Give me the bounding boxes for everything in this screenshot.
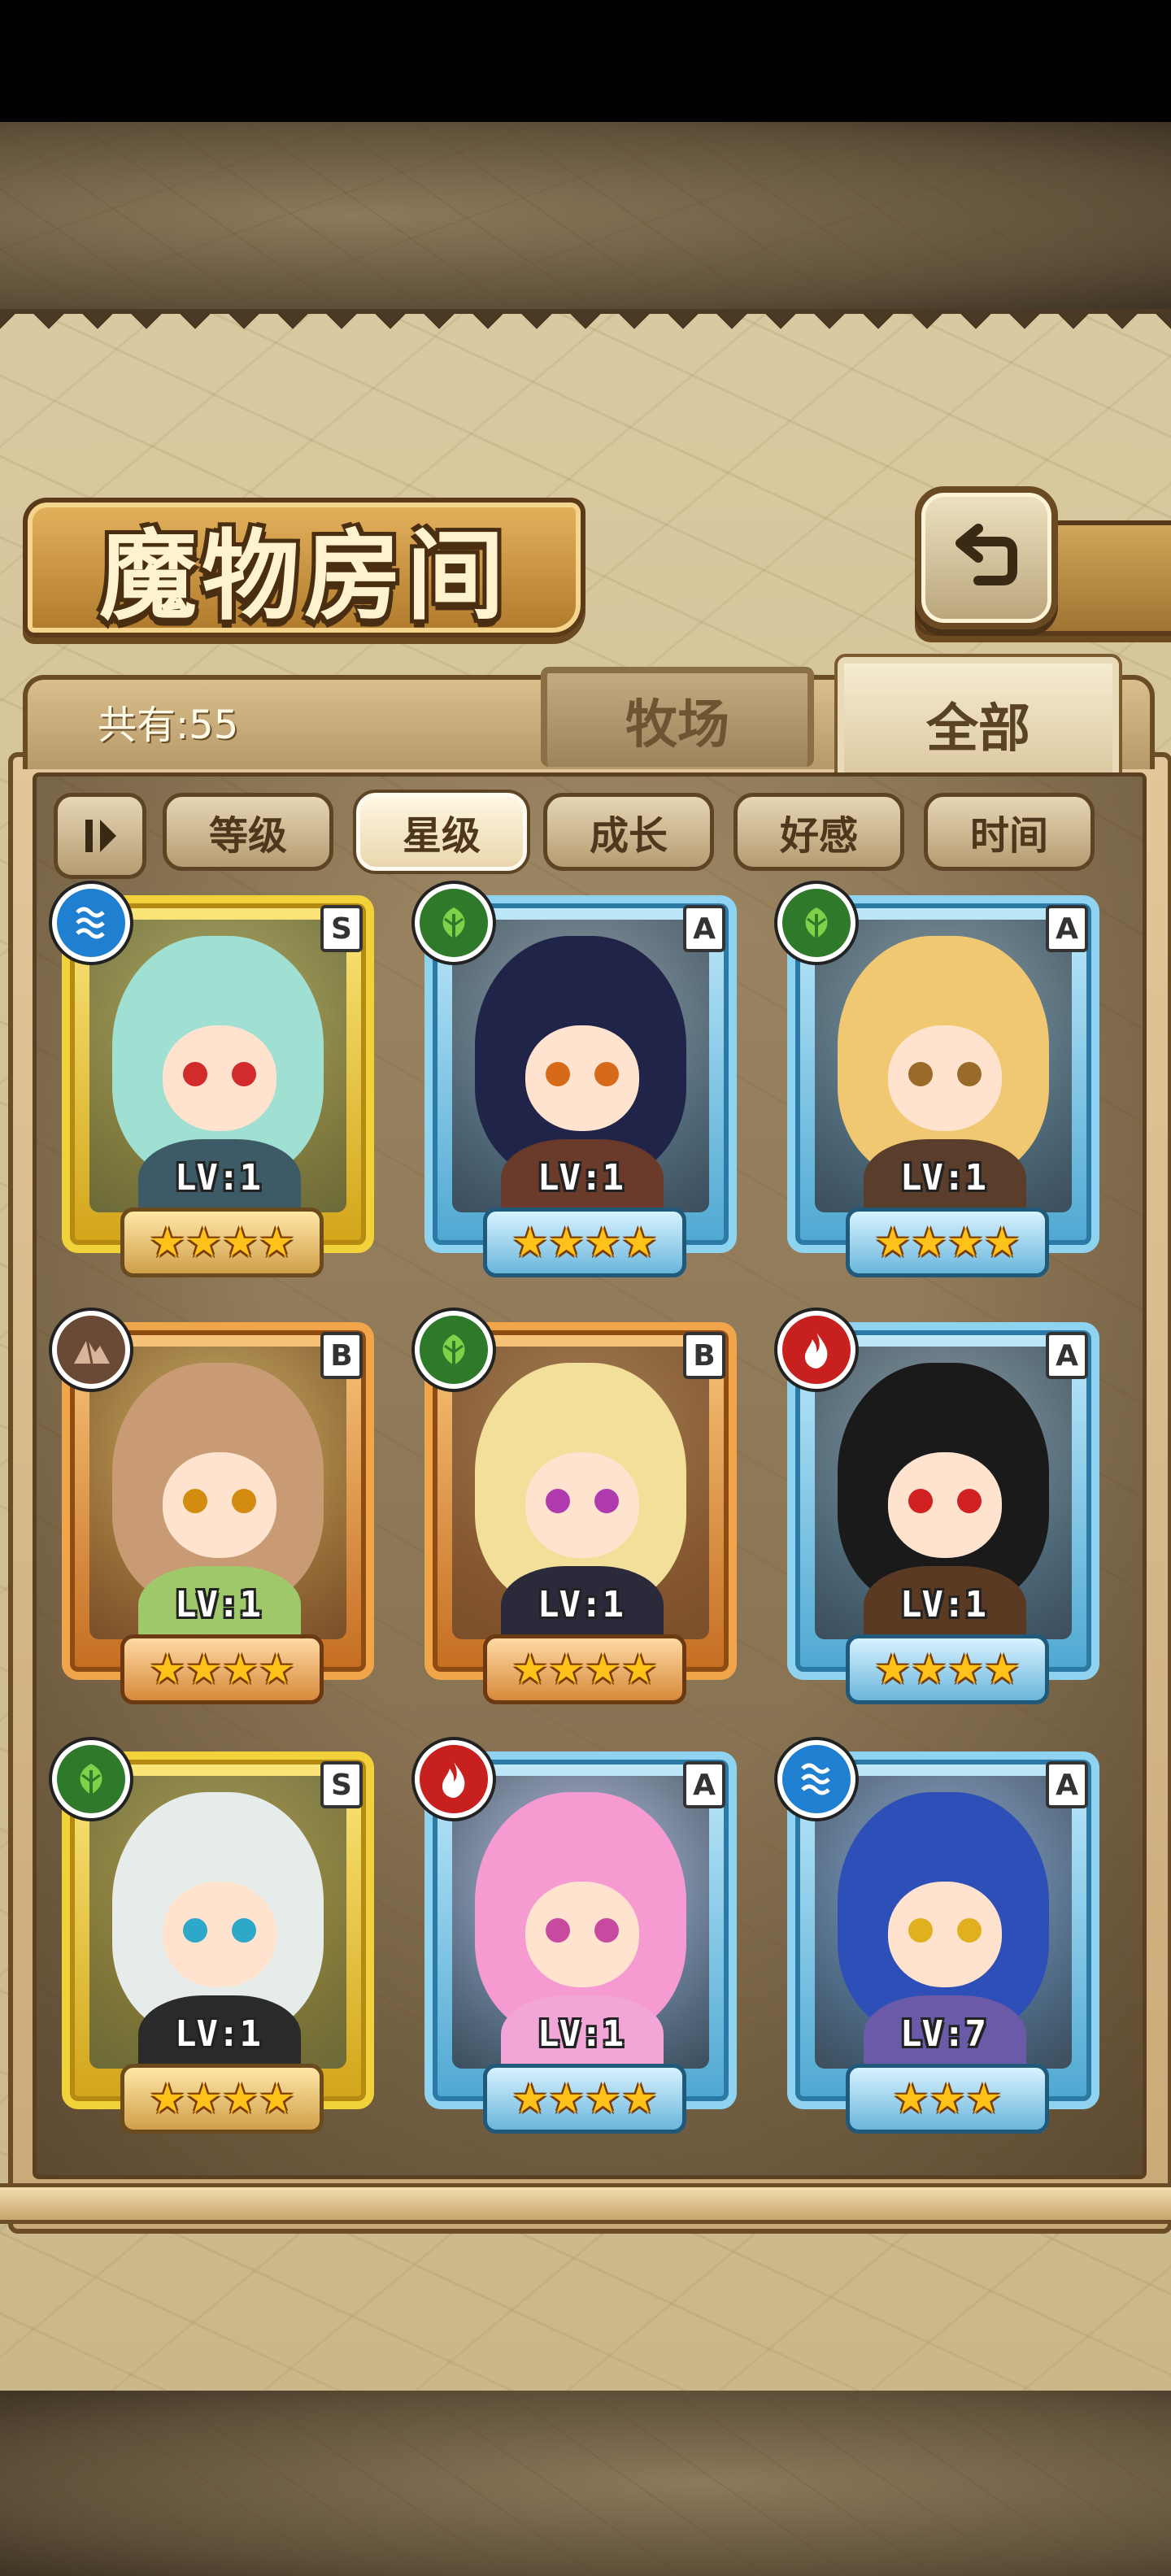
level-label: LV:7 <box>900 2013 986 2055</box>
portrait-eye <box>594 1918 619 1943</box>
tab-all[interactable]: 全部 <box>834 654 1122 789</box>
portrait-face <box>888 1025 1002 1131</box>
flame-icon <box>777 1311 855 1389</box>
portrait-eye <box>183 1918 207 1943</box>
star-rating: ★★★★ <box>846 1634 1049 1704</box>
portrait-face <box>525 1025 639 1131</box>
portrait-face <box>525 1882 639 1987</box>
portrait-eye <box>594 1062 619 1086</box>
rank-badge: A <box>1046 1332 1088 1379</box>
portrait-face <box>525 1452 639 1558</box>
portrait-face <box>163 1452 276 1558</box>
portrait-eye <box>546 1062 570 1086</box>
star-rating: ★★★★ <box>483 2064 686 2134</box>
portrait-face <box>888 1882 1002 1987</box>
portrait-eye <box>546 1918 570 1943</box>
rank-badge: B <box>320 1332 363 1379</box>
water-waves-icon <box>52 884 130 962</box>
portrait-eye <box>232 1062 256 1086</box>
rank-badge: A <box>1046 1761 1088 1808</box>
star-rating: ★★★★ <box>483 1634 686 1704</box>
portrait-eye <box>908 1918 933 1943</box>
panel-bottom-rail <box>0 2183 1171 2224</box>
portrait-eye <box>957 1918 982 1943</box>
star-rating: ★★★★ <box>846 1208 1049 1277</box>
rank-badge: S <box>320 905 363 952</box>
zigzag-border-top <box>0 309 1171 342</box>
filter-level-button[interactable]: 等级 <box>163 793 333 871</box>
filter-star-button[interactable]: 星级 <box>353 790 530 874</box>
portrait-eye <box>957 1062 982 1086</box>
page-title: 魔物房间 <box>99 519 509 633</box>
title-plaque: 魔物房间 <box>23 498 586 637</box>
rank-badge: A <box>1046 905 1088 952</box>
portrait-eye <box>908 1489 933 1513</box>
portrait-eye <box>232 1489 256 1513</box>
star-rating: ★★★★ <box>120 1634 324 1704</box>
filter-affection-button[interactable]: 好感 <box>734 793 904 871</box>
star-rating: ★★★★ <box>483 1208 686 1277</box>
filter-time-button[interactable]: 时间 <box>924 793 1095 871</box>
status-bar <box>0 0 1171 122</box>
level-label: LV:1 <box>538 1157 624 1199</box>
monster-card[interactable]: A LV:1 ★★★★ <box>415 884 742 1281</box>
star-rating: ★★★ <box>846 2064 1049 2134</box>
map-background-top <box>0 122 1171 309</box>
portrait-face <box>163 1882 276 1987</box>
monster-card[interactable]: A LV:7 ★★★ <box>777 1740 1104 2137</box>
filter-growth-button[interactable]: 成长 <box>543 793 714 871</box>
portrait-eye <box>183 1062 207 1086</box>
level-label: LV:1 <box>538 1584 624 1625</box>
monster-count: 共有:55 <box>98 703 239 748</box>
portrait-eye <box>232 1918 256 1943</box>
portrait-eye <box>546 1489 570 1513</box>
portrait-eye <box>594 1489 619 1513</box>
map-background-bottom <box>0 2391 1171 2576</box>
sort-toggle-button[interactable] <box>54 793 146 879</box>
monster-card[interactable]: S LV:1 ★★★★ <box>52 1740 379 2137</box>
tab-ranch[interactable]: 牧场 <box>541 667 814 767</box>
back-button[interactable] <box>915 486 1058 629</box>
star-rating: ★★★★ <box>120 2064 324 2134</box>
monster-card[interactable]: S LV:1 ★★★★ <box>52 884 379 1281</box>
portrait-eye <box>908 1062 933 1086</box>
portrait-eye <box>957 1489 982 1513</box>
star-rating: ★★★★ <box>120 1208 324 1277</box>
level-label: LV:1 <box>900 1584 986 1625</box>
level-label: LV:1 <box>175 1157 261 1199</box>
monster-card[interactable]: A LV:1 ★★★★ <box>415 1740 742 2137</box>
portrait-face <box>888 1452 1002 1558</box>
mountain-icon <box>52 1311 130 1389</box>
rank-badge: B <box>683 1332 725 1379</box>
level-label: LV:1 <box>538 2013 624 2055</box>
portrait-eye <box>183 1489 207 1513</box>
monster-card[interactable]: B LV:1 ★★★★ <box>415 1311 742 1708</box>
level-label: LV:1 <box>175 1584 261 1625</box>
rank-badge: A <box>683 1761 725 1808</box>
rank-badge: A <box>683 905 725 952</box>
leaf-icon <box>415 1311 493 1389</box>
level-label: LV:1 <box>900 1157 986 1199</box>
water-waves-icon <box>777 1740 855 1818</box>
return-arrow-icon <box>956 524 1017 585</box>
leaf-icon <box>415 884 493 962</box>
portrait-face <box>163 1025 276 1131</box>
sort-toggle-icon <box>85 820 116 852</box>
leaf-icon <box>777 884 855 962</box>
monster-card[interactable]: B LV:1 ★★★★ <box>52 1311 379 1708</box>
flame-icon <box>415 1740 493 1818</box>
monster-card[interactable]: A LV:1 ★★★★ <box>777 1311 1104 1708</box>
rank-badge: S <box>320 1761 363 1808</box>
level-label: LV:1 <box>175 2013 261 2055</box>
leaf-icon <box>52 1740 130 1818</box>
monster-card[interactable]: A LV:1 ★★★★ <box>777 884 1104 1281</box>
